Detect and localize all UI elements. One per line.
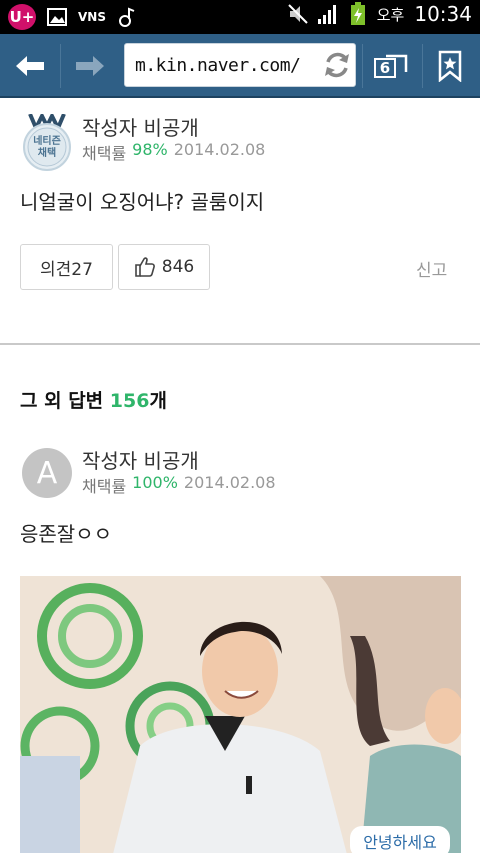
report-link[interactable]: 신고: [416, 256, 447, 281]
answer-text: 니얼굴이 오징어냐? 골룸이지: [20, 190, 265, 214]
status-left-icons: U+ VNS: [8, 4, 138, 30]
adopt-label: 채택률: [82, 144, 127, 163]
vns-icon: VNS: [78, 10, 106, 24]
bookmark-icon: [438, 50, 462, 82]
status-ampm: 오후: [376, 5, 405, 24]
answer2-meta: 채택률 100% 2014.02.08: [82, 473, 276, 497]
toolbar-separator: [362, 44, 363, 88]
status-clock: 10:34: [414, 2, 472, 26]
reload-button[interactable]: [319, 47, 355, 83]
adopt-label: 채택률: [82, 477, 127, 496]
avatar: A: [22, 448, 72, 498]
photo-caption: 안녕하세요: [363, 833, 437, 852]
arrow-right-icon: [76, 56, 104, 76]
back-button[interactable]: [8, 44, 52, 88]
answer2-text: 응존잘ㅇㅇ: [20, 522, 112, 546]
image-icon: [46, 6, 68, 28]
adopt-rate: 98%: [132, 140, 168, 159]
battery-charging-icon: [347, 2, 369, 25]
opinion-button[interactable]: 의견27: [20, 244, 113, 290]
url-text[interactable]: m.kin.naver.com/: [135, 55, 319, 76]
like-button[interactable]: 846: [118, 244, 210, 290]
badge-line2: 채택: [37, 148, 57, 159]
netizen-badge: 네티즌 채택: [22, 111, 72, 172]
reload-icon: [325, 52, 349, 78]
section-divider: [0, 343, 480, 345]
answer2-date: 2014.02.08: [183, 473, 276, 492]
forward-button[interactable]: [68, 44, 112, 88]
thumbs-up-icon: [134, 257, 155, 277]
status-right-icons: 오후 10:34: [287, 2, 472, 26]
opinion-label: 의견27: [40, 259, 93, 280]
heading-prefix: 그 외 답변: [20, 390, 110, 412]
heading-suffix: 개: [149, 390, 167, 412]
toolbar-separator: [422, 44, 423, 88]
answer-date: 2014.02.08: [173, 140, 266, 159]
uplus-icon: U+: [8, 4, 36, 30]
arrow-left-icon: [16, 56, 44, 76]
answer2-author: 작성자 비공개: [82, 449, 199, 473]
tabs-button[interactable]: 6: [366, 44, 414, 88]
other-answers-heading: 그 외 답변 156개: [20, 386, 167, 413]
other-answers-count: 156: [109, 390, 150, 412]
status-bar: U+ VNS 오후 10:34: [0, 0, 480, 34]
bookmark-button[interactable]: [428, 44, 472, 88]
tab-count: 6: [374, 58, 396, 78]
badge-line1: 네티즌: [33, 136, 61, 147]
page-content: 네티즌 채택 작성자 비공개 채택률 98% 2014.02.08 니얼굴이 오…: [0, 98, 480, 853]
music-icon: [116, 6, 138, 28]
answer-meta: 채택률 98% 2014.02.08: [82, 140, 265, 164]
toolbar-separator: [60, 44, 61, 88]
answer-author: 작성자 비공개: [82, 116, 199, 140]
like-count: 846: [161, 257, 195, 277]
browser-toolbar: m.kin.naver.com/ 6: [0, 34, 480, 98]
url-bar[interactable]: m.kin.naver.com/: [124, 43, 356, 87]
adopt-rate: 100%: [132, 473, 178, 492]
mute-icon: [287, 3, 309, 25]
answer-photo[interactable]: 안녕하세요: [20, 576, 461, 853]
signal-icon: [317, 3, 339, 25]
